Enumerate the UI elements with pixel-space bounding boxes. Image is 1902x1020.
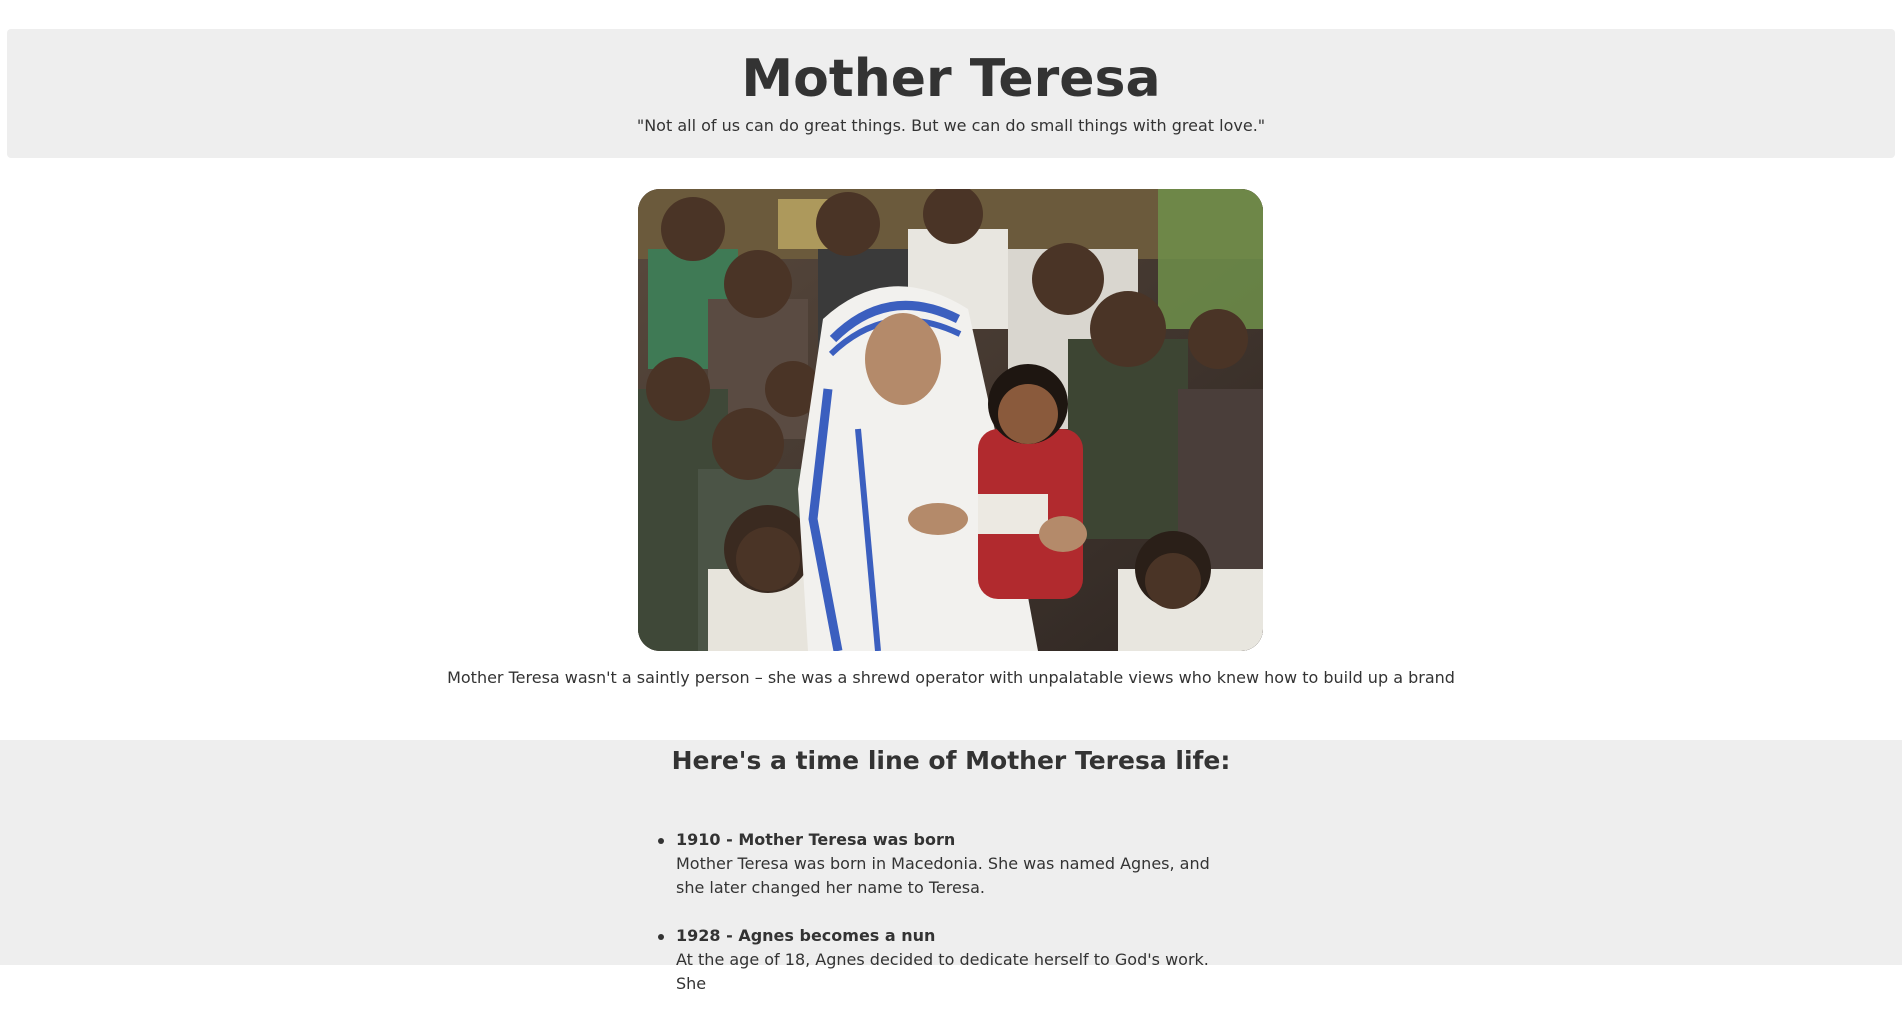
mother-teresa-photo — [638, 189, 1263, 651]
timeline-heading: Here's a time line of Mother Teresa life… — [671, 746, 1231, 775]
bullet-icon — [658, 838, 664, 844]
photo-caption: Mother Teresa wasn't a saintly person – … — [447, 668, 1455, 687]
bullet-icon — [658, 934, 664, 940]
timeline-item: 1910 - Mother Teresa was born Mother Ter… — [658, 828, 1236, 900]
header-quote: "Not all of us can do great things. But … — [636, 115, 1266, 135]
timeline-item-text: At the age of 18, Agnes decided to dedic… — [676, 950, 1209, 993]
page-title: Mother Teresa — [741, 49, 1161, 109]
timeline-item-text: Mother Teresa was born in Macedonia. She… — [676, 854, 1210, 897]
photo-illustration — [638, 189, 1263, 651]
timeline-item-title: 1910 - Mother Teresa was born — [676, 830, 956, 849]
timeline-list: 1910 - Mother Teresa was born Mother Ter… — [658, 828, 1236, 1020]
timeline-item-title: 1928 - Agnes becomes a nun — [676, 926, 936, 945]
timeline-section: Here's a time line of Mother Teresa life… — [0, 740, 1902, 993]
timeline-item: 1928 - Agnes becomes a nun At the age of… — [658, 924, 1236, 996]
page-header: Mother Teresa "Not all of us can do grea… — [7, 29, 1895, 158]
